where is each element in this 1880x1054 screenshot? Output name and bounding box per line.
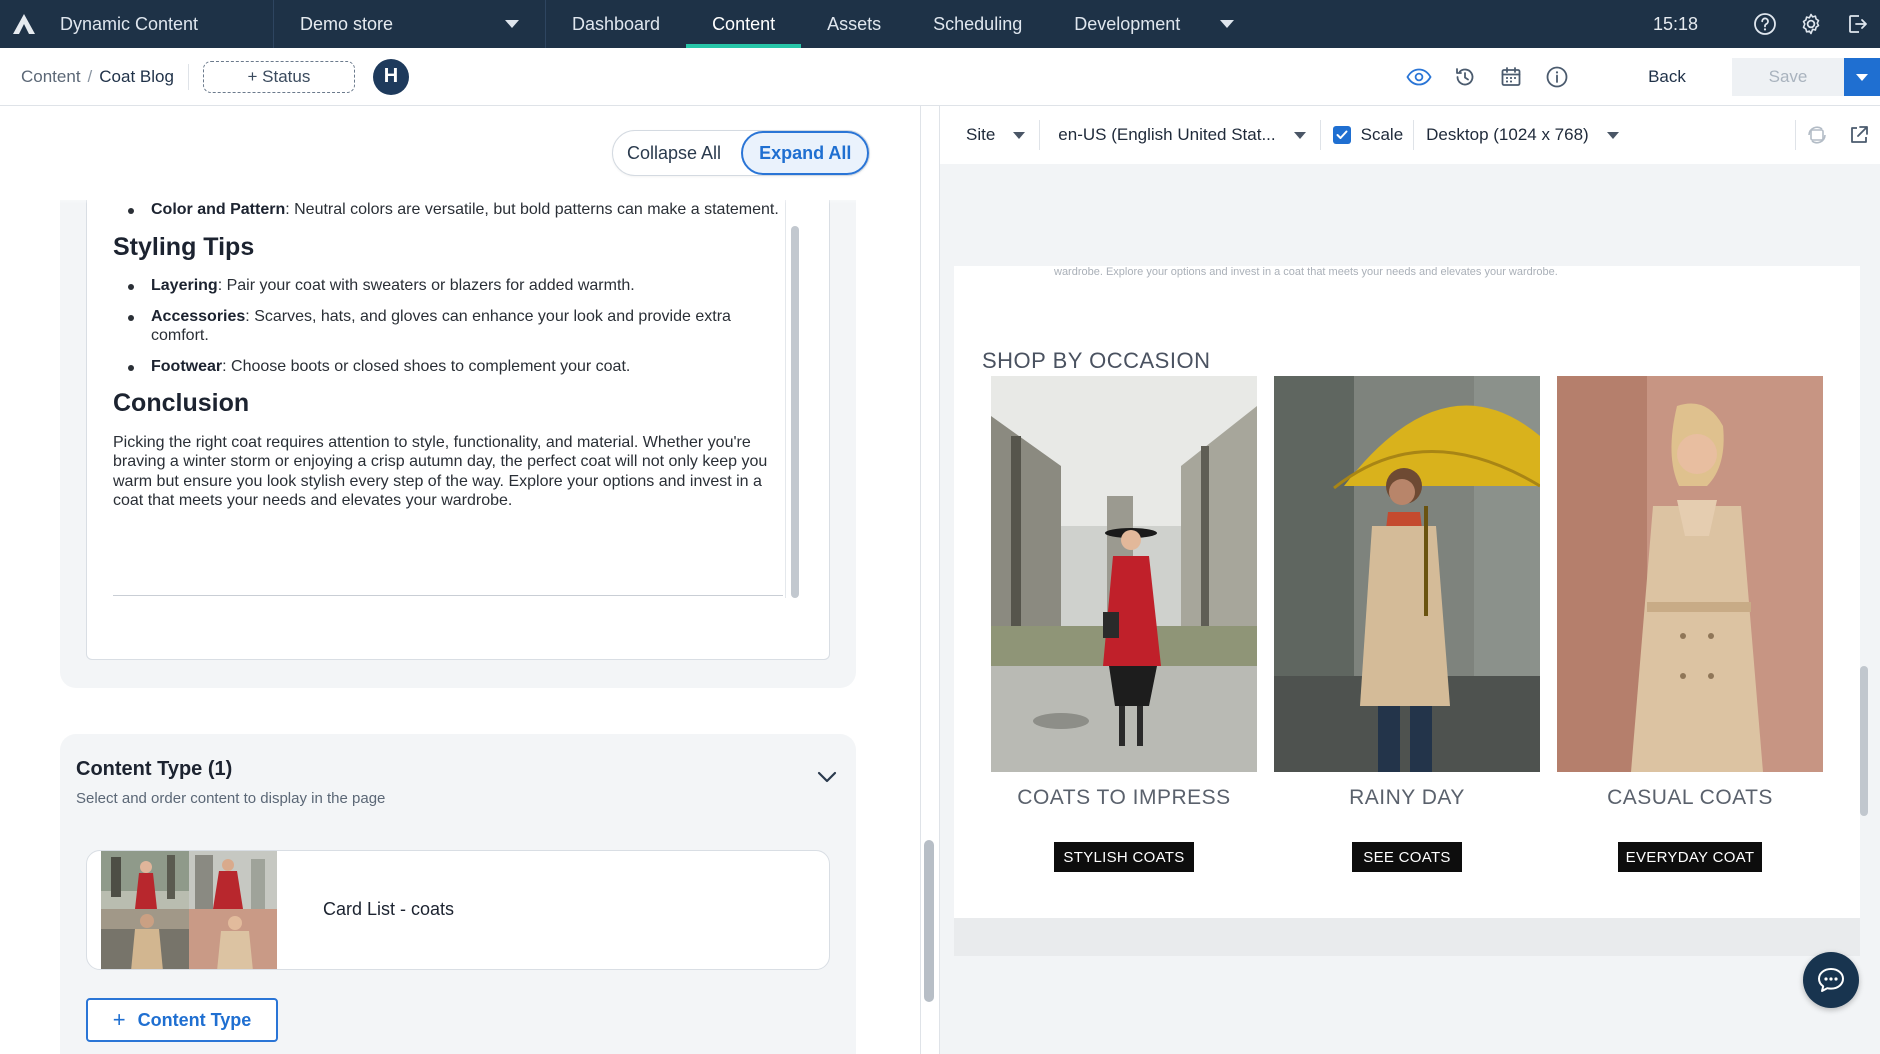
card-label: CASUAL COATS — [1607, 786, 1773, 809]
breadcrumb-current: Coat Blog — [99, 66, 174, 86]
list-item: Footwear: Choose boots or closed shoes t… — [113, 357, 793, 377]
content-thumbnail — [101, 851, 277, 969]
more-tabs-dropdown[interactable] — [1206, 0, 1248, 48]
history-icon[interactable] — [1442, 48, 1488, 106]
back-button[interactable]: Back — [1602, 57, 1732, 97]
content-type-title: Content Type (1) — [76, 758, 233, 780]
scale-label: Scale — [1360, 125, 1404, 144]
content-toolbar: Content / Coat Blog + Status H Back Save — [0, 48, 1880, 106]
divider — [187, 63, 189, 90]
eye-icon[interactable] — [1396, 48, 1442, 106]
content-type-subtitle: Select and order content to display in t… — [76, 790, 386, 807]
locale-selector[interactable]: en-US (English United Stat... — [1040, 106, 1319, 164]
card-button[interactable]: SEE COATS — [1352, 842, 1462, 872]
expand-all-button[interactable]: Expand All — [741, 131, 870, 175]
calendar-icon[interactable] — [1488, 48, 1534, 106]
top-nav: Dynamic Content Demo store Dashboard Con… — [0, 0, 1880, 48]
device-selector[interactable]: Desktop (1024 x 768) — [1414, 106, 1633, 164]
brand[interactable]: Dynamic Content — [0, 0, 274, 48]
tab-dashboard[interactable]: Dashboard — [546, 0, 686, 48]
content-type-section: Content Type (1) Select and order conten… — [60, 734, 856, 1054]
preview-actions — [1795, 106, 1880, 164]
avatar[interactable]: H — [372, 58, 409, 95]
card-image-rainy-day[interactable] — [1274, 376, 1540, 772]
card-label: RAINY DAY — [1349, 786, 1465, 809]
list-item: Layering: Pair your coat with sweaters o… — [113, 276, 793, 296]
tab-assets[interactable]: Assets — [801, 0, 907, 48]
card-button[interactable]: STYLISH COATS — [1054, 842, 1194, 872]
clock: 15:18 — [1652, 13, 1698, 34]
info-icon[interactable] — [1534, 48, 1580, 106]
toolbar-actions: Back Save — [1396, 48, 1880, 106]
content-item-label: Card List - coats — [323, 899, 455, 919]
chevron-down-icon[interactable] — [816, 770, 838, 784]
breadcrumb-separator: / — [87, 66, 93, 86]
scroll-fade — [60, 192, 856, 204]
preview-toolbar: Site en-US (English United Stat... Scale… — [940, 106, 1880, 164]
card-image-casual-coats[interactable] — [1557, 376, 1823, 772]
gear-icon[interactable] — [1788, 0, 1834, 48]
section-title: SHOP BY OCCASION — [982, 348, 1211, 373]
preview-frame[interactable]: wardrobe. Explore your options and inves… — [954, 266, 1860, 956]
preview-scrollbar[interactable] — [1860, 666, 1868, 816]
editor-pane-scrollbar[interactable] — [924, 840, 934, 1002]
open-external-icon[interactable] — [1838, 106, 1880, 164]
occasion-card: RAINY DAY SEE COATS — [1274, 376, 1540, 872]
chevron-down-icon — [1013, 131, 1026, 139]
card-label: COATS TO IMPRESS — [1017, 786, 1231, 809]
site-selector[interactable]: Site — [940, 106, 1039, 164]
app-title: Dynamic Content — [60, 13, 199, 34]
add-content-type-button[interactable]: + Content Type — [86, 998, 278, 1042]
card-button[interactable]: EVERYDAY COAT — [1618, 842, 1762, 872]
help-icon[interactable] — [1742, 0, 1788, 48]
add-status-button[interactable]: + Status — [202, 60, 355, 93]
save-button[interactable]: Save — [1732, 58, 1844, 96]
amplience-logo-icon — [10, 10, 38, 38]
tab-scheduling[interactable]: Scheduling — [907, 0, 1048, 48]
save-options-dropdown[interactable] — [1844, 58, 1880, 96]
nav-right: 15:18 — [1653, 0, 1880, 48]
occasion-card: COATS TO IMPRESS STYLISH COATS — [991, 376, 1257, 872]
nav-tabs: Dashboard Content Assets Scheduling Deve… — [546, 0, 1248, 48]
heading-conclusion: Conclusion — [113, 389, 250, 418]
store-name: Demo store — [300, 13, 394, 34]
scale-checkbox[interactable] — [1332, 126, 1351, 144]
editor-pane: Color and Pattern: Neutral colors are ve… — [0, 106, 920, 1054]
card-image-coats-to-impress[interactable] — [991, 376, 1257, 772]
breadcrumb-root[interactable]: Content — [21, 67, 81, 87]
plus-icon: + — [112, 1007, 126, 1032]
chevron-down-icon — [1856, 73, 1868, 81]
rich-text-editor[interactable]: Color and Pattern: Neutral colors are ve… — [86, 200, 830, 660]
sync-icon[interactable] — [1796, 106, 1838, 164]
list-item: Accessories: Scarves, hats, and gloves c… — [113, 307, 793, 346]
divider — [1319, 120, 1321, 150]
chevron-down-icon — [1220, 20, 1235, 28]
paragraph: Picking the right coat requires attentio… — [113, 433, 768, 510]
store-selector[interactable]: Demo store — [274, 0, 546, 48]
preview-text-faded: wardrobe. Explore your options and inves… — [1054, 266, 1558, 278]
breadcrumb: Content / Coat Blog — [21, 67, 174, 87]
collapse-all-button[interactable]: Collapse All — [613, 143, 741, 164]
preview-pane: Site en-US (English United Stat... Scale… — [940, 106, 1880, 1054]
preview-footer-strip — [954, 918, 1860, 956]
chat-icon[interactable] — [1803, 952, 1859, 1008]
divider — [113, 595, 783, 596]
rich-text-content[interactable]: Color and Pattern: Neutral colors are ve… — [113, 200, 793, 598]
editor-scrollbar[interactable] — [791, 226, 799, 598]
chevron-down-icon — [505, 20, 519, 28]
logout-icon[interactable] — [1834, 0, 1880, 48]
bullet-list: Layering: Pair your coat with sweaters o… — [113, 276, 793, 376]
tab-development[interactable]: Development — [1048, 0, 1206, 48]
expand-collapse-group: Collapse All Expand All — [612, 130, 871, 176]
occasion-card: CASUAL COATS EVERYDAY COAT — [1557, 376, 1823, 872]
tab-content[interactable]: Content — [686, 0, 802, 48]
content-item-card[interactable]: Card List - coats — [86, 850, 830, 970]
heading-styling-tips: Styling Tips — [113, 232, 255, 261]
chevron-down-icon — [1606, 131, 1619, 139]
chevron-down-icon — [1293, 131, 1306, 139]
